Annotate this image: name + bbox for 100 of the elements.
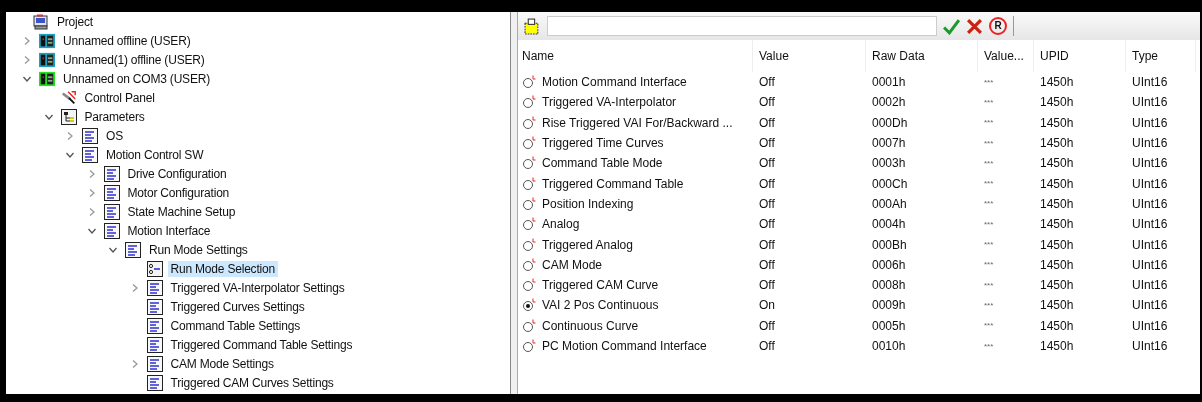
tree-item[interactable]: State Machine Setup xyxy=(124,203,239,220)
name-cell: CAM Mode xyxy=(542,257,603,272)
document-icon xyxy=(103,203,120,220)
value-description-cell-text: *** xyxy=(983,260,995,270)
tree-item[interactable]: Triggered CAM Curves Settings xyxy=(167,374,337,391)
value-description-cell-text: *** xyxy=(983,179,995,189)
value-cell-text: Off xyxy=(758,217,776,232)
name-cell: Command Table Mode xyxy=(542,156,663,171)
value-description-cell-text: *** xyxy=(983,158,995,168)
raw-data-cell-text: 0005h xyxy=(871,318,907,333)
raw-data-cell-text: 0006h xyxy=(871,257,907,272)
check-icon[interactable] xyxy=(943,17,960,35)
document-icon xyxy=(103,222,120,239)
name-cell: Continuous Curve xyxy=(542,318,639,333)
tree-item[interactable]: Parameters xyxy=(81,108,148,125)
tree-item[interactable]: Motion Control SW xyxy=(103,146,207,163)
document-icon xyxy=(146,298,163,315)
type-cell-text: UInt16 xyxy=(1131,196,1169,211)
tree-item[interactable]: Unnamed(1) offline (USER) xyxy=(60,51,208,68)
tree-item[interactable]: Command Table Settings xyxy=(167,317,303,334)
value-cell-text: Off xyxy=(758,136,776,151)
name-cell: Analog xyxy=(542,217,580,232)
document-icon xyxy=(146,279,163,296)
upid-cell-text: 1450h xyxy=(1039,95,1075,110)
tree-item[interactable]: CAM Mode Settings xyxy=(167,355,277,372)
value-cell-text: Off xyxy=(758,318,776,333)
tree-item[interactable]: Project xyxy=(54,13,96,30)
value-cell-text: Off xyxy=(758,257,776,272)
reset-button[interactable]: R xyxy=(989,17,1007,35)
name-cell: Triggered Time Curves xyxy=(542,136,664,151)
document-icon xyxy=(146,355,163,372)
tree-item[interactable]: Drive Configuration xyxy=(124,165,230,182)
raw-data-cell-text: 0010h xyxy=(871,339,907,353)
input-field[interactable] xyxy=(547,16,937,36)
raw-data-cell-text: 0009h xyxy=(871,298,907,313)
name-cell: Triggered Command Table xyxy=(542,176,684,191)
value-cell-text: Off xyxy=(758,156,776,171)
value-cell-text: Off xyxy=(758,237,776,252)
type-cell-text: UInt16 xyxy=(1131,278,1169,293)
type-cell-text: UInt16 xyxy=(1131,237,1169,252)
type-cell-text: UInt16 xyxy=(1131,156,1169,171)
value-description-cell-text: *** xyxy=(983,341,995,351)
column-header[interactable]: Name xyxy=(518,40,753,72)
type-cell-text: UInt16 xyxy=(1131,339,1169,353)
type-cell-text: UInt16 xyxy=(1131,217,1169,232)
name-cell: Triggered VA-Interpolator xyxy=(542,95,677,110)
value-description-cell-text: *** xyxy=(983,138,995,148)
tree-item[interactable]: Run Mode Settings xyxy=(146,241,251,258)
arrow-icon xyxy=(60,89,77,106)
upid-cell-text: 1450h xyxy=(1039,176,1075,191)
upid-cell-text: 1450h xyxy=(1039,257,1075,272)
tree-item[interactable]: Triggered Command Table Settings xyxy=(167,336,356,353)
value-cell-text: On xyxy=(758,298,776,313)
value-cell-text: Off xyxy=(758,115,776,130)
upid-cell-text: 1450h xyxy=(1039,339,1075,353)
type-cell-text: UInt16 xyxy=(1131,298,1169,313)
chevron-right-icon[interactable] xyxy=(22,35,32,46)
type-cell-text: UInt16 xyxy=(1131,257,1169,272)
document-icon xyxy=(125,241,141,258)
computer-icon xyxy=(33,13,49,30)
value-cell-text: Off xyxy=(758,95,776,110)
chevron-right-icon[interactable] xyxy=(22,54,32,65)
document-icon xyxy=(103,184,120,201)
column-header[interactable]: UPID xyxy=(1034,40,1126,72)
value-description-cell-text: *** xyxy=(983,219,995,229)
upid-cell-text: 1450h xyxy=(1039,75,1075,90)
raw-data-cell-text: 000Bh xyxy=(871,237,908,252)
close-icon[interactable] xyxy=(966,17,983,35)
name-cell: PC Motion Command Interface xyxy=(542,339,707,353)
tree-item[interactable]: Motion Interface xyxy=(124,222,214,239)
tree-item[interactable]: Triggered VA-Interpolator Settings xyxy=(167,279,348,296)
column-header[interactable]: Value... xyxy=(978,40,1034,72)
raw-data-cell-text: 0001h xyxy=(871,75,907,90)
column-header[interactable]: Value xyxy=(753,40,866,72)
document-icon xyxy=(82,127,98,144)
upid-cell-text: 1450h xyxy=(1039,237,1075,252)
type-cell-text: UInt16 xyxy=(1131,318,1169,333)
tree-item[interactable]: Motor Configuration xyxy=(124,184,233,201)
upid-cell-text: 1450h xyxy=(1039,156,1075,171)
tree-item[interactable]: OS xyxy=(103,127,126,144)
upid-cell-text: 1450h xyxy=(1039,298,1075,313)
upid-cell-text: 1450h xyxy=(1039,196,1075,211)
column-header[interactable]: Raw Data xyxy=(866,40,978,72)
raw-data-cell-text: 0008h xyxy=(871,278,907,293)
column-header[interactable]: Type xyxy=(1126,40,1196,72)
name-cell: Motion Command Interface xyxy=(542,75,687,90)
tree-item[interactable]: Triggered Curves Settings xyxy=(167,298,308,315)
type-cell-text: UInt16 xyxy=(1131,136,1169,151)
tree-icon xyxy=(60,108,77,125)
tree-item[interactable]: Run Mode Selection xyxy=(167,260,278,277)
chevron-right-icon[interactable] xyxy=(65,130,75,141)
clipboard-icon[interactable] xyxy=(524,17,541,35)
raw-data-cell-text: 0003h xyxy=(871,156,907,171)
name-cell: Triggered CAM Curve xyxy=(542,278,659,293)
document-icon xyxy=(146,317,163,334)
raw-data-cell-text: 0007h xyxy=(871,136,907,151)
tree-item[interactable]: Control Panel xyxy=(81,89,158,106)
tree-item[interactable]: Unnamed on COM3 (USER) xyxy=(60,70,213,87)
tree-item[interactable]: Unnamed offline (USER) xyxy=(60,32,194,49)
name-cell: Position Indexing xyxy=(542,196,634,211)
